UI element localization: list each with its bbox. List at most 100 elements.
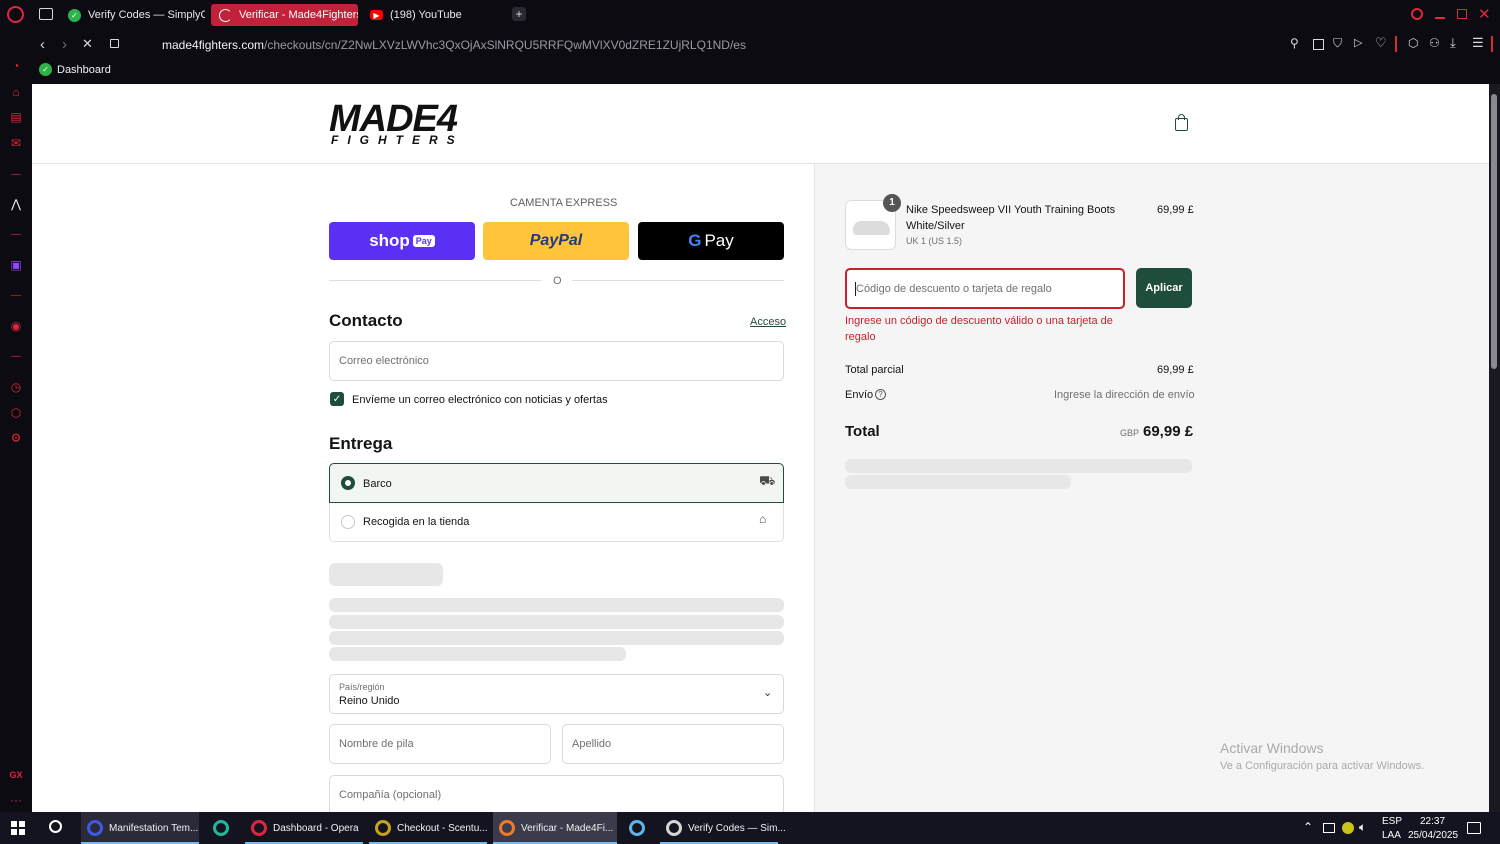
- close-window-icon[interactable]: ✕: [1478, 5, 1491, 23]
- store-logo[interactable]: MADE4 FIGHTERS: [329, 100, 539, 150]
- apply-label: Aplicar: [1145, 282, 1183, 294]
- extensions-icon[interactable]: ⬡: [8, 405, 24, 421]
- windows-start-icon[interactable]: [11, 821, 25, 835]
- product-price: 69,99 £: [1157, 204, 1194, 216]
- country-value: Reino Unido: [339, 695, 400, 707]
- search-tabs-icon[interactable]: [1411, 8, 1423, 20]
- newsletter-checkbox[interactable]: ✓: [330, 392, 344, 406]
- shopping-bag-handle: [1178, 114, 1185, 120]
- player-icon[interactable]: ▷: [1354, 36, 1362, 49]
- language-indicator[interactable]: ESP: [1382, 816, 1402, 827]
- shop-pay-button[interactable]: shop Pay: [329, 222, 475, 260]
- activate-windows-title: Activar Windows: [1220, 740, 1324, 756]
- new-tab-icon[interactable]: +: [512, 7, 526, 21]
- first-name-field[interactable]: Nombre de pila: [329, 724, 551, 764]
- taskbar-verify-codes[interactable]: Verify Codes — Sim...: [660, 812, 786, 844]
- logo-text-bottom: FIGHTERS: [331, 133, 464, 147]
- url-field[interactable]: made4fighters.com/checkouts/cn/Z2NwLXVzL…: [162, 38, 746, 52]
- scrollbar-thumb[interactable]: [1491, 94, 1497, 369]
- stop-loading-icon[interactable]: ✕: [82, 36, 93, 52]
- tab-youtube[interactable]: ▶ (198) YouTube: [362, 4, 502, 26]
- volume-icon[interactable]: 🔈︎: [1359, 820, 1366, 835]
- taskbar-manifestation[interactable]: Manifestation Tem...: [81, 812, 199, 844]
- product-variant-line: White/Silver: [906, 220, 965, 232]
- separator: [1395, 36, 1397, 52]
- taskbar-verificar[interactable]: Verificar - Made4Fi...: [493, 812, 617, 844]
- extensions-icon[interactable]: ⬡: [1408, 36, 1418, 50]
- player-icon[interactable]: ◉: [8, 318, 24, 334]
- activate-windows-subtitle: Ve a Configuración para activar Windows.: [1220, 760, 1425, 772]
- network-icon[interactable]: [1323, 823, 1335, 833]
- news-icon[interactable]: ▤: [8, 109, 24, 125]
- forward-icon[interactable]: ›: [62, 36, 67, 53]
- restore-icon[interactable]: [1457, 9, 1467, 19]
- taskbar-checkout-scentu[interactable]: Checkout - Scentu...: [369, 812, 488, 844]
- search-icon[interactable]: [49, 820, 62, 833]
- clock-time[interactable]: 22:37: [1420, 816, 1445, 827]
- chevron-up-icon[interactable]: ⌃: [1303, 820, 1313, 834]
- windows-taskbar: Manifestation Tem... Dashboard - Opera C…: [0, 812, 1500, 844]
- page-scrollbar[interactable]: [1489, 84, 1500, 812]
- contact-heading: Contacto: [329, 311, 403, 330]
- taskbar-label: Checkout - Scentu...: [397, 822, 488, 834]
- radio-selected[interactable]: [341, 476, 355, 490]
- easy-setup-icon[interactable]: ☰: [1472, 35, 1484, 51]
- shield-icon[interactable]: ⛉: [1333, 36, 1342, 51]
- download-icon[interactable]: ⤓: [1450, 35, 1456, 51]
- paypal-button[interactable]: PayPal: [483, 222, 629, 260]
- keyboard-layout[interactable]: LAA: [1382, 830, 1401, 841]
- heart-icon[interactable]: ♡: [1375, 35, 1387, 51]
- opera-icon: [251, 820, 267, 836]
- app-tray-icon[interactable]: [1342, 822, 1354, 834]
- discount-code-input[interactable]: Código de descuento o tarjeta de regalo: [845, 268, 1125, 309]
- truck-icon: ⛟: [759, 473, 776, 488]
- tab-islands-icon[interactable]: [39, 8, 53, 20]
- gx-icon[interactable]: GX: [8, 767, 24, 783]
- snapshot-icon[interactable]: [1313, 39, 1324, 50]
- opera-icon: [666, 820, 682, 836]
- taskbar-label: Verificar - Made4Fi...: [521, 822, 614, 834]
- country-select[interactable]: País/región Reino Unido ⌄: [329, 674, 784, 714]
- gx-control-icon[interactable]: ◔: [8, 58, 24, 74]
- tab-verificar-made4fighters[interactable]: Verificar - Made4Fighters: [211, 4, 358, 26]
- tab-verify-codes[interactable]: ✓ Verify Codes — SimplyCo: [60, 4, 205, 26]
- last-name-placeholder: Apellido: [572, 738, 612, 750]
- google-pay-button[interactable]: G Pay: [638, 222, 784, 260]
- bookmark-dashboard[interactable]: ✓ Dashboard: [39, 63, 111, 76]
- total-value: 69,99 £: [1143, 423, 1194, 440]
- taskbar-label: Verify Codes — Sim...: [688, 822, 786, 834]
- taskbar-opera-2[interactable]: [623, 812, 653, 844]
- delivery-option-ship[interactable]: Barco ⛟: [329, 463, 784, 503]
- opera-icon: [499, 820, 515, 836]
- more-icon[interactable]: ···: [8, 792, 24, 808]
- divider-dash: —: [11, 228, 21, 240]
- radio-unselected[interactable]: [341, 515, 355, 529]
- gx-corner-icon[interactable]: ⌂: [8, 84, 24, 100]
- taskbar-dashboard[interactable]: Dashboard - Opera: [245, 812, 363, 844]
- delivery-option-pickup[interactable]: Recogida en la tienda ⌂: [329, 503, 784, 542]
- minimize-icon[interactable]: [1435, 17, 1445, 19]
- back-icon[interactable]: ‹: [40, 36, 45, 53]
- help-circle-icon[interactable]: ?: [875, 389, 886, 400]
- clock-date[interactable]: 25/04/2025: [1408, 830, 1458, 841]
- email-field[interactable]: Correo electrónico: [329, 341, 784, 381]
- bookmark-label: Dashboard: [57, 63, 111, 76]
- apply-discount-button[interactable]: Aplicar: [1136, 268, 1192, 308]
- settings-icon[interactable]: ⚙: [8, 430, 24, 446]
- mail-icon[interactable]: ✉: [8, 135, 24, 151]
- history-icon[interactable]: ◷: [8, 379, 24, 395]
- product-name: Nike Speedsweep VII Youth Training Boots: [906, 204, 1116, 216]
- profile-icon[interactable]: ⚇: [1429, 36, 1440, 50]
- opera-menu-icon[interactable]: [7, 6, 24, 23]
- last-name-field[interactable]: Apellido: [562, 724, 784, 764]
- loading-skeleton: [329, 631, 784, 645]
- tab-label: Verificar - Made4Fighters: [239, 9, 358, 21]
- notifications-icon[interactable]: [1467, 822, 1481, 834]
- company-field[interactable]: Compañía (opcional): [329, 775, 784, 812]
- pin-icon[interactable]: ⚲: [1290, 36, 1299, 50]
- login-link[interactable]: Acceso: [750, 316, 786, 328]
- discord-icon[interactable]: ⋀: [8, 196, 24, 212]
- twitch-icon[interactable]: ▣: [8, 257, 24, 273]
- url-domain: made4fighters.com: [162, 38, 265, 52]
- taskbar-opera-gx[interactable]: [207, 812, 237, 844]
